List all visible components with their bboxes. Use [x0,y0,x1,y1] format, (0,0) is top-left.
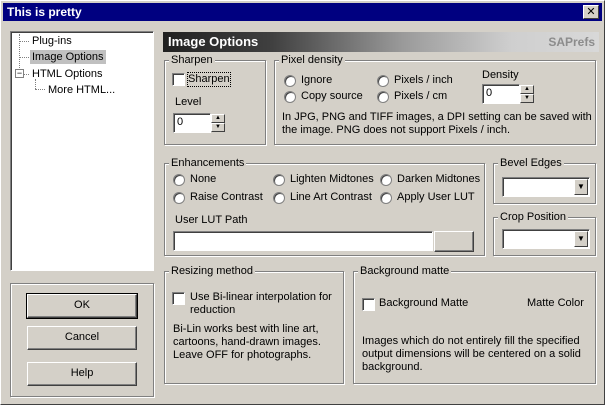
radio-lighten-midtones-label[interactable]: Lighten Midtones [290,173,374,186]
tree-connector [24,74,29,75]
triangle-down-icon[interactable]: ▼ [520,94,534,103]
tree-item-plug-ins[interactable]: Plug-ins [32,34,72,48]
triangle-up-icon[interactable]: ▲ [520,85,534,94]
radio-darken-midtones[interactable] [380,174,392,186]
lut-path-label: User LUT Path [175,214,248,226]
tree-item-more-html[interactable]: More HTML... [48,83,115,97]
page-title: Image Options [168,34,259,49]
level-label: Level [175,96,202,108]
close-icon: ✕ [586,6,596,18]
tree-connector [19,34,20,72]
tree-expander-html-options[interactable]: − [15,69,24,78]
radio-line-art-contrast-label[interactable]: Line Art Contrast [290,191,372,204]
radio-ignore-label[interactable]: Ignore [301,74,332,87]
radio-none[interactable] [173,174,185,186]
density-label: Density [482,69,519,81]
density-spinner[interactable]: ▲ ▼ [520,85,534,103]
triangle-up-icon[interactable]: ▲ [211,114,225,123]
crop-position-select[interactable]: ▼ [502,229,590,249]
radio-lighten-midtones[interactable] [273,174,285,186]
tree-connector [35,89,45,90]
radio-line-art-contrast[interactable] [273,192,285,204]
pixel-density-note: In JPG, PNG and TIFF images, a DPI setti… [282,111,592,136]
radio-copy-source[interactable] [284,91,296,103]
close-button[interactable]: ✕ [583,5,599,19]
radio-raise-contrast[interactable] [173,192,185,204]
help-button[interactable]: Help [27,362,137,386]
sharpen-checkbox-label[interactable]: Sharpen [187,72,231,87]
enhancements-group-label: Enhancements [169,157,247,169]
tree-connector [19,57,29,58]
resizing-method-group-label: Resizing method [169,265,255,277]
background-matte-group-label: Background matte [358,265,452,277]
level-input[interactable]: 0 [173,113,211,133]
resizing-note: Bi-Lin works best with line art, cartoon… [173,323,321,361]
radio-ignore[interactable] [284,75,296,87]
level-spinner[interactable]: ▲ ▼ [211,114,225,132]
radio-none-label[interactable]: None [190,173,216,186]
tree-item-html-options[interactable]: HTML Options [32,67,103,81]
bilinear-checkbox[interactable] [172,292,185,305]
background-matte-checkbox-label[interactable]: Background Matte [379,297,468,310]
bilinear-checkbox-label[interactable]: Use Bi-linear interpolation for reductio… [190,291,338,317]
radio-raise-contrast-label[interactable]: Raise Contrast [190,191,263,204]
radio-apply-user-lut[interactable] [380,192,392,204]
background-matte-note: Images which do not entirely fill the sp… [362,335,581,373]
pixel-density-group-label: Pixel density [279,54,345,66]
window-title: This is pretty [7,5,82,19]
lut-browse-button[interactable] [434,231,474,252]
bevel-edges-group-label: Bevel Edges [498,157,564,169]
page-header: Image Options SAPrefs [163,32,599,52]
radio-pixels-cm-label[interactable]: Pixels / cm [394,90,447,103]
radio-pixels-inch-label[interactable]: Pixels / inch [394,74,453,87]
bevel-edges-select[interactable]: ▼ [502,177,590,197]
title-bar[interactable]: This is pretty ✕ [3,3,602,21]
radio-darken-midtones-label[interactable]: Darken Midtones [397,173,480,186]
sharpen-checkbox[interactable] [172,73,185,86]
density-input[interactable]: 0 [482,84,520,104]
radio-pixels-inch[interactable] [377,75,389,87]
crop-position-group-label: Crop Position [498,211,569,223]
tree-item-image-options[interactable]: Image Options [30,50,106,64]
radio-apply-user-lut-label[interactable]: Apply User LUT [397,191,475,204]
brand-label: SAPrefs [548,35,595,49]
triangle-down-icon[interactable]: ▼ [211,123,225,132]
page-tree[interactable]: − Plug-ins Image Options HTML Options Mo… [10,31,154,271]
background-matte-checkbox[interactable] [362,298,375,311]
tree-connector [19,41,29,42]
cancel-button[interactable]: Cancel [27,326,137,350]
ok-button[interactable]: OK [26,293,138,319]
button-panel: OK Cancel Help [10,283,154,397]
matte-color-label[interactable]: Matte Color [527,297,584,310]
chevron-down-icon[interactable]: ▼ [574,179,588,195]
radio-copy-source-label[interactable]: Copy source [301,90,363,103]
sharpen-group-label: Sharpen [169,54,215,66]
dialog-window: This is pretty ✕ − Plug-ins Image Option… [0,0,605,405]
lut-path-input[interactable] [173,231,433,251]
chevron-down-icon[interactable]: ▼ [574,231,588,247]
radio-pixels-cm[interactable] [377,91,389,103]
